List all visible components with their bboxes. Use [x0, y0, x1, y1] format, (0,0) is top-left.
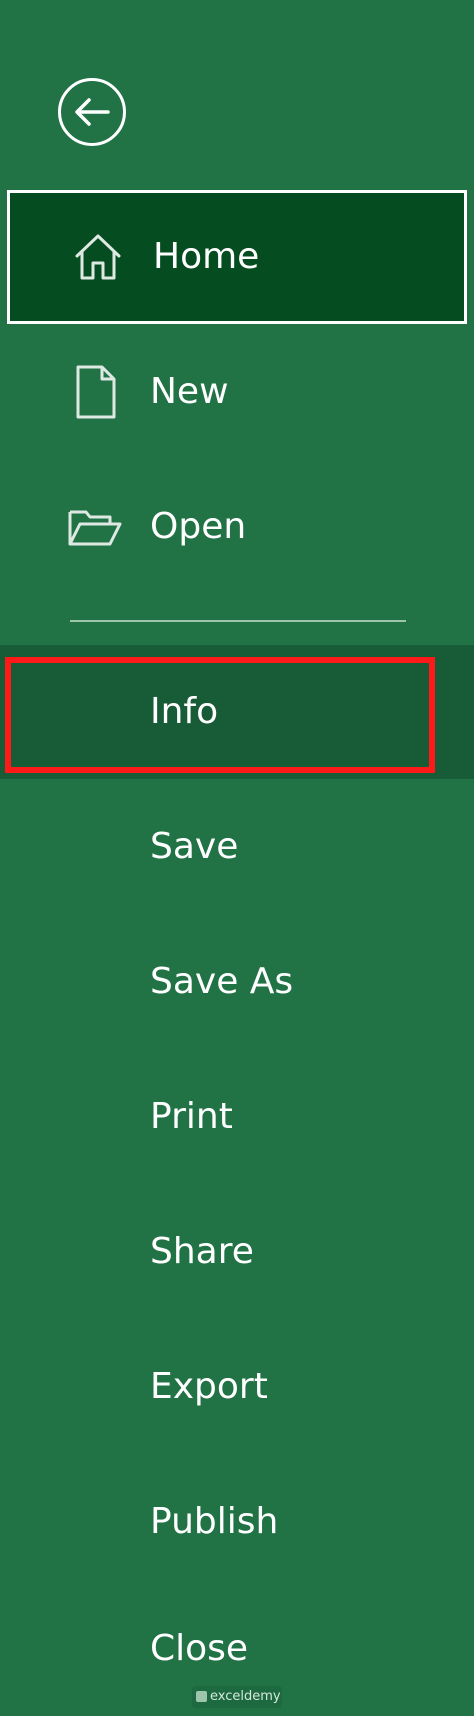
watermark-logo-icon [196, 1691, 207, 1702]
nav-item-home[interactable]: Home [7, 190, 467, 324]
nav-item-print[interactable]: Print [0, 1050, 474, 1184]
nav-item-share[interactable]: Share [0, 1185, 474, 1319]
nav-item-save-label: Save [150, 826, 239, 867]
nav-item-home-label: Home [153, 236, 260, 277]
back-arrow-icon [75, 98, 110, 126]
nav-item-export[interactable]: Export [0, 1320, 474, 1454]
nav-item-new[interactable]: New [0, 325, 474, 459]
home-icon [69, 228, 127, 286]
nav-item-open[interactable]: Open [0, 460, 474, 594]
nav-item-print-label: Print [150, 1096, 233, 1137]
nav-item-publish[interactable]: Publish [0, 1455, 474, 1589]
highlight-box [5, 657, 435, 773]
back-button[interactable] [58, 78, 126, 146]
nav-item-save[interactable]: Save [0, 780, 474, 914]
nav-item-export-label: Export [150, 1366, 268, 1407]
nav-item-open-label: Open [150, 506, 247, 547]
nav-item-new-label: New [150, 371, 229, 412]
nav-item-save-as[interactable]: Save As [0, 915, 474, 1049]
nav-item-close-label: Close [150, 1628, 249, 1669]
nav-item-save-as-label: Save As [150, 961, 294, 1002]
open-folder-icon [66, 498, 124, 556]
watermark-text: exceldemy [210, 1689, 281, 1704]
nav-item-share-label: Share [150, 1231, 254, 1272]
new-document-icon [66, 363, 124, 421]
nav-item-publish-label: Publish [150, 1501, 279, 1542]
backstage-navigation: Home New Open Info Save Save As Print Sh… [0, 0, 474, 1716]
nav-item-info[interactable]: Info [0, 645, 474, 779]
watermark: exceldemy [192, 1686, 282, 1708]
menu-divider [70, 620, 406, 622]
